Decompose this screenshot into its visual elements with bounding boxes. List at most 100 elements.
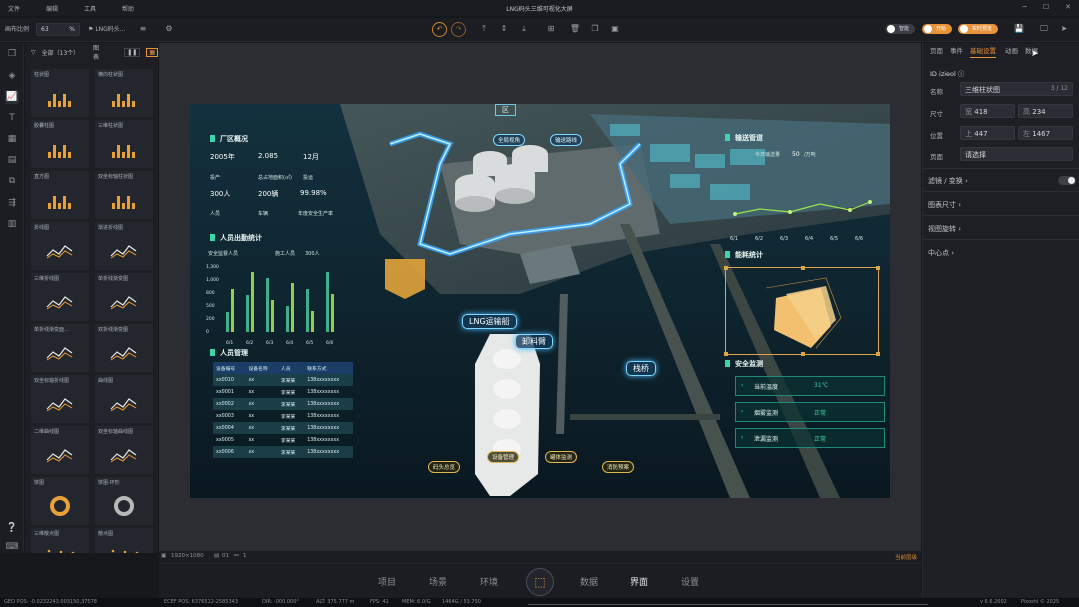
grid-view-icon[interactable]: ▦ [146,47,158,57]
tab-project[interactable]: 项目 [378,575,396,588]
poi-lng-ship[interactable]: LNG运输船 [462,314,517,329]
library-card[interactable]: 三维散点图 [31,528,89,553]
toggle-smart[interactable]: 智能 [885,24,916,34]
minimize-icon[interactable]: ─ [1023,3,1027,11]
resize-handle[interactable] [801,266,805,270]
align-top-icon[interactable]: ⤒ [478,23,490,35]
library-card[interactable]: 二维曲线图 [31,426,89,474]
stack-icon[interactable]: ◈ [5,69,19,83]
toggle-start[interactable]: 开始 [922,24,953,34]
library-card[interactable]: 柱状图 [31,69,89,117]
library-card[interactable]: 饼图-环形 [95,477,153,525]
tab-settings[interactable]: 设置 [681,575,699,588]
section-filter-transform[interactable]: 滤镜 / 变换 › [928,176,968,186]
section-chart-size[interactable]: 图表尺寸 › [928,200,961,210]
library-card[interactable]: 双坐标轴折线图 [31,375,89,423]
top-input[interactable]: 上 447 [960,126,1015,140]
menu-help[interactable]: 帮助 [122,4,134,13]
list-view-icon[interactable]: ❚❚ [124,47,141,57]
group-icon[interactable]: ⊞ [545,23,557,35]
redo-icon[interactable]: ↷ [451,22,466,37]
poi-trestle-bridge[interactable]: 栈桥 [626,361,656,376]
poi-unloading-arm[interactable]: 卸料臂 [515,334,553,349]
table-row[interactable]: xx0001 xx 李某某 138xxxxxxxx [213,386,353,398]
left-input[interactable]: 左 1467 [1018,126,1073,140]
chart-icon[interactable]: 📈 [5,90,19,104]
library-card[interactable]: 双折线渐变图 [95,324,153,372]
table-row[interactable]: xx0004 xx 李某某 138xxxxxxxx [213,422,353,434]
timeline-ruler[interactable] [528,600,928,605]
energy-selection-box[interactable] [724,266,880,356]
undo-icon[interactable]: ↶ [432,22,447,37]
close-icon[interactable]: ✕ [1065,3,1071,11]
library-card[interactable]: 三维柱状图 [95,120,153,168]
resize-handle[interactable] [876,266,880,270]
tab-environment[interactable]: 环境 [480,575,498,588]
library-card[interactable]: 双坐标轴柱状图 [95,171,153,219]
tab-data[interactable]: 数据 [580,575,598,588]
height-input[interactable]: 高 234 [1018,104,1073,118]
grid-icon[interactable]: ▦ [5,132,19,146]
dashboard-screen[interactable]: 区 全局视角 输送路线 厂区概况 2005年 2.085 12月 投产 总占地面… [190,104,890,498]
name-input[interactable]: 三维柱状图 3 / 12 [960,82,1073,96]
keyboard-icon[interactable]: ⌨ [5,540,19,554]
library-card[interactable]: 双坐标轴曲线图 [95,426,153,474]
paste-icon[interactable]: ▣ [609,23,621,35]
flow-icon[interactable]: ⇶ [5,196,19,210]
library-filter[interactable]: 全部（13个） [42,48,80,57]
project-selector[interactable]: ⚑ LNG码头... [88,24,126,33]
library-card[interactable]: 散点图 [95,528,153,553]
library-card[interactable]: 直方图 [31,171,89,219]
table-row[interactable]: xx0003 xx 李某某 138xxxxxxxx [213,410,353,422]
safety-row[interactable]: › 当前温度 31℃ [735,376,885,396]
align-middle-icon[interactable]: ⇕ [498,23,510,35]
library-card[interactable]: 折线图 [31,222,89,270]
library-card[interactable]: 横向柱状图 [95,69,153,117]
tab-interface[interactable]: 界面 [630,575,648,588]
safety-row[interactable]: › 烟雾监测 正常 [735,402,885,422]
sliders-icon[interactable]: ≡ [137,23,149,35]
menu-edit[interactable]: 编辑 [46,4,58,13]
tab-animation[interactable]: 动画 [1005,45,1018,55]
tab-basic-settings[interactable]: 基础设置 [970,45,996,58]
route-label-pipeline[interactable]: 输送路线 [550,134,583,146]
filter-icon[interactable]: ▽ [31,49,36,56]
maximize-icon[interactable]: ☐ [1043,3,1049,11]
table-row[interactable]: xx0002 xx 李某某 138xxxxxxxx [213,398,353,410]
poi-equipment[interactable]: 设备管理 [487,451,520,463]
resize-handle[interactable] [801,352,805,356]
resize-handle[interactable] [724,266,728,270]
table-row[interactable]: xx0005 xx 李某某 138xxxxxxxx [213,434,353,446]
layers-icon[interactable]: ❒ [5,47,19,61]
media-icon[interactable]: ▤ [5,153,19,167]
section-center-point[interactable]: 中心点 › [928,248,954,258]
tab-events[interactable]: 事件 [950,45,963,55]
library-card[interactable]: 单折线渐变面... [31,324,89,372]
library-card[interactable]: 饼图 [31,477,89,525]
widget-icon[interactable]: ⧉ [5,174,19,188]
send-icon[interactable]: ➤ [1058,23,1070,35]
text-icon[interactable]: T [5,111,19,125]
library-card[interactable]: 曲线图 [95,375,153,423]
current-level[interactable]: 当前层级 [895,553,917,561]
table-row[interactable]: xx0006 xx 李某某 138xxxxxxxx [213,446,353,458]
menu-file[interactable]: 文件 [8,4,20,13]
poi-fire-plan[interactable]: 消防预案 [602,461,635,473]
section-view-rotation[interactable]: 视图旋转 › [928,224,961,234]
table-row[interactable]: xx0010 xx 李某某 138xxxxxxxx [213,374,353,386]
save-icon[interactable]: 💾 [1013,23,1025,35]
page-select[interactable]: 请选择 [960,147,1073,161]
library-category[interactable]: 图表 [93,43,104,61]
width-input[interactable]: 宽 418 [960,104,1015,118]
library-card[interactable]: 渐进折线图 [95,222,153,270]
model-icon[interactable]: ▥ [5,217,19,231]
menu-tools[interactable]: 工具 [84,4,96,13]
resize-handle[interactable] [876,352,880,356]
tab-scene[interactable]: 场景 [429,575,447,588]
filter-toggle[interactable] [1058,176,1076,185]
library-card[interactable]: 三维折线图 [31,273,89,321]
poi-dock-overview[interactable]: 码头总览 [428,461,461,473]
safety-row[interactable]: › 泄漏监测 正常 [735,428,885,448]
resize-handle[interactable] [724,352,728,356]
help-circle-icon[interactable]: ⓘ [958,70,965,78]
